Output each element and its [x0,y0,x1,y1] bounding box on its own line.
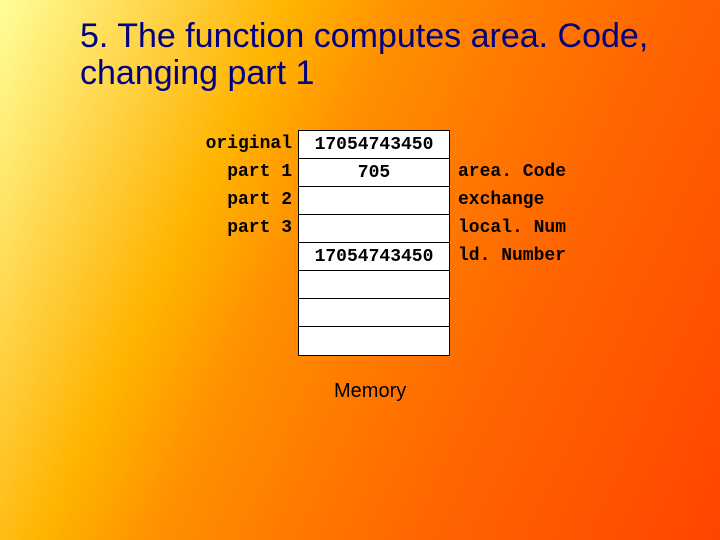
label-original: original [182,134,292,154]
label-areacode: area. Code [458,162,598,182]
memory-strip: 17054743450 705 17054743450 [298,130,450,356]
label-ldnumber: ld. Number [458,246,598,266]
label-part2: part 2 [182,190,292,210]
label-part3: part 3 [182,218,292,238]
slide-title: 5. The function computes area. Code, cha… [80,18,680,93]
memory-cell-7 [299,327,449,355]
memory-cell-2 [299,187,449,215]
memory-cell-3 [299,215,449,243]
memory-caption: Memory [334,380,406,403]
memory-cell-4: 17054743450 [299,243,449,271]
memory-cell-0: 17054743450 [299,131,449,159]
label-localnum: local. Num [458,218,598,238]
slide: 5. The function computes area. Code, cha… [0,0,720,540]
memory-cell-6 [299,299,449,327]
memory-cell-5 [299,271,449,299]
label-exchange: exchange [458,190,598,210]
label-part1: part 1 [182,162,292,182]
memory-cell-1: 705 [299,159,449,187]
